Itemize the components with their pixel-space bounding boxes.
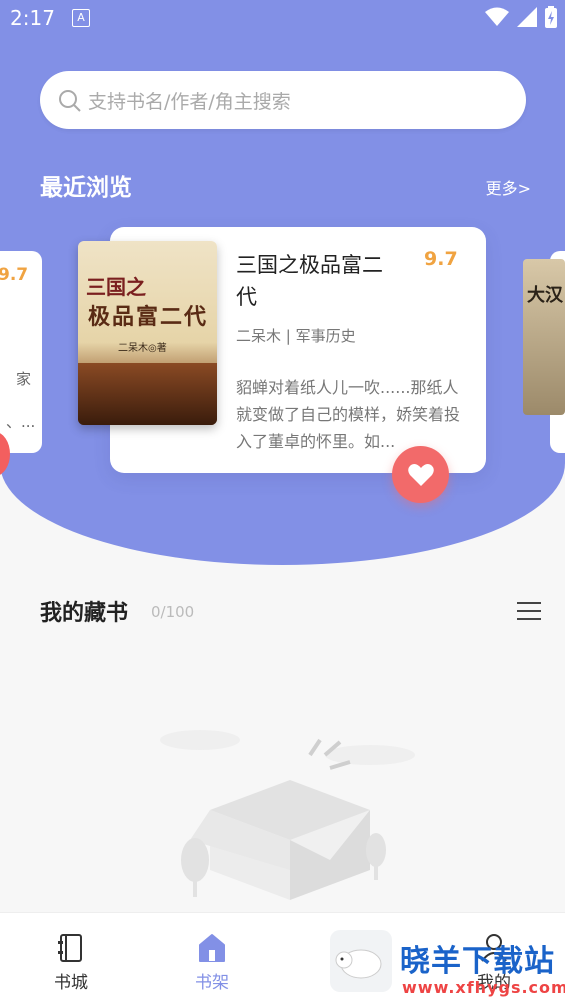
watermark: 晓羊下载站 www.xfhygs.com bbox=[330, 930, 565, 1004]
search-icon bbox=[59, 90, 81, 112]
book-cover-next[interactable]: 大汉 bbox=[523, 259, 565, 415]
keyboard-indicator-icon: A bbox=[72, 9, 90, 27]
wifi-icon bbox=[485, 7, 509, 26]
book-description: 貂蝉对着纸人儿一吹......那纸人就变做了自己的模样，娇笑着投入了董卓的怀里。… bbox=[236, 378, 461, 451]
signal-icon bbox=[517, 7, 537, 27]
recent-card-prev[interactable]: 9.7 家 、... bbox=[0, 251, 42, 453]
status-time: 2:17 bbox=[10, 6, 55, 30]
book-desc-fragment: 家 bbox=[16, 370, 32, 388]
recent-section-title: 最近浏览 bbox=[40, 175, 132, 201]
cover-title: 大汉 bbox=[527, 285, 563, 306]
shelf-count: 0/100 bbox=[151, 603, 195, 621]
shelf-title: 我的藏书 bbox=[40, 601, 129, 626]
empty-box-illustration bbox=[160, 730, 415, 900]
cover-title-top: 三国之 bbox=[86, 275, 146, 299]
search-placeholder: 支持书名/作者/角主搜索 bbox=[88, 91, 291, 113]
sheep-logo-icon bbox=[330, 930, 392, 992]
book-title: 三国之极品富二代 bbox=[236, 253, 383, 309]
watermark-url: www.xfhygs.com bbox=[402, 978, 565, 997]
status-icons bbox=[485, 6, 557, 28]
heart-icon bbox=[407, 463, 434, 486]
favorite-button[interactable] bbox=[392, 446, 449, 503]
more-link[interactable]: 更多> bbox=[486, 175, 531, 199]
cover-illustration bbox=[78, 363, 217, 425]
book-meta: 二呆木 | 军事历史 bbox=[236, 327, 356, 345]
menu-icon[interactable] bbox=[517, 602, 541, 620]
book-rating: 9.7 bbox=[0, 265, 29, 285]
book-cover[interactable]: 三国之 极品富二代 二呆木◎著 bbox=[78, 241, 217, 425]
search-input[interactable]: 支持书名/作者/角主搜索 bbox=[40, 71, 526, 129]
tab-label: 书城 bbox=[54, 973, 88, 993]
tab-label: 书架 bbox=[195, 973, 229, 993]
book-rating: 9.7 bbox=[424, 248, 458, 270]
bookshelf-icon bbox=[199, 934, 225, 962]
watermark-name: 晓羊下载站 bbox=[400, 944, 555, 979]
book-desc-fragment: 、... bbox=[6, 413, 36, 431]
cover-title-main: 极品富二代 bbox=[88, 304, 209, 330]
status-bar: 2:17 A bbox=[0, 0, 565, 38]
bookstore-icon bbox=[58, 934, 82, 962]
tab-bookshelf[interactable]: 书架 bbox=[142, 913, 282, 1005]
tab-bookstore[interactable]: 书城 bbox=[1, 913, 141, 1005]
battery-icon bbox=[545, 6, 557, 28]
cover-author: 二呆木◎著 bbox=[118, 343, 167, 354]
